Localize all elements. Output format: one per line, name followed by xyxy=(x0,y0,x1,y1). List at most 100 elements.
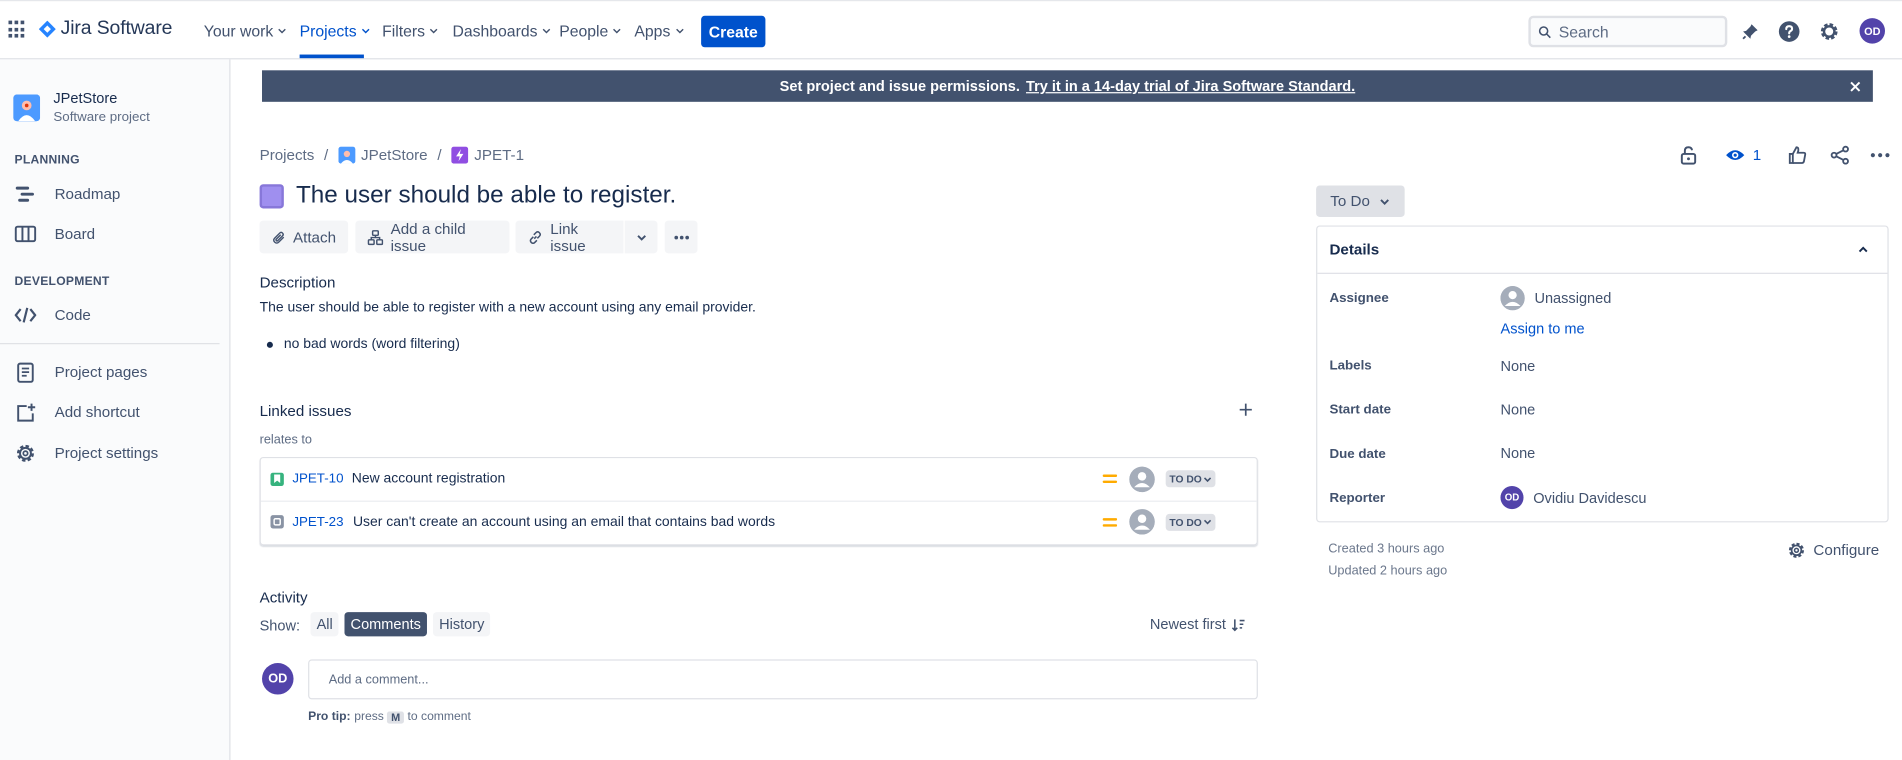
linked-issue-summary: New account registration xyxy=(351,471,506,487)
banner-text: Set project and issue permissions. xyxy=(779,77,1020,95)
sidebar-item-project-pages[interactable]: Project pages xyxy=(13,360,147,384)
nav-projects[interactable]: Projects xyxy=(300,22,372,40)
details-header[interactable]: Details xyxy=(1317,227,1888,274)
linked-issue-row[interactable]: JPET-23 User can't create an account usi… xyxy=(260,500,1257,542)
nav-people[interactable]: People xyxy=(559,22,623,40)
help-icon[interactable] xyxy=(1777,19,1801,43)
linked-issue-row[interactable]: JPET-10 New account registration TO DO xyxy=(261,458,1257,499)
paperclip-icon xyxy=(273,231,285,244)
priority-medium-icon xyxy=(1102,517,1118,527)
activity-tab-comments[interactable]: Comments xyxy=(344,612,427,637)
brand-name: Jira Software xyxy=(60,18,173,39)
create-button[interactable]: Create xyxy=(701,15,766,48)
nav-apps[interactable]: Apps xyxy=(634,22,685,40)
task-icon xyxy=(270,515,284,529)
add-child-label: Add a child issue xyxy=(390,219,466,254)
reporter-label: Reporter xyxy=(1329,490,1386,506)
unassigned-avatar-icon xyxy=(1129,466,1155,492)
configure-button[interactable]: Configure xyxy=(1787,541,1879,560)
sidebar-item-project-settings[interactable]: Project settings xyxy=(13,441,158,465)
user-avatar[interactable]: OD xyxy=(1859,18,1886,44)
description-heading: Description xyxy=(259,273,336,291)
breadcrumb-issue-label: JPET-1 xyxy=(474,146,525,164)
assignee-value[interactable]: Unassigned xyxy=(1500,286,1612,311)
start-date-value[interactable]: None xyxy=(1500,401,1535,418)
status-lozenge[interactable]: TO DO xyxy=(1165,513,1216,531)
breadcrumb-projects[interactable]: Projects xyxy=(260,147,315,164)
add-linked-issue-icon[interactable] xyxy=(1235,399,1257,421)
reporter-value[interactable]: OD Ovidiu Davidescu xyxy=(1500,486,1646,510)
sidebar-item-board[interactable]: Board xyxy=(13,222,95,246)
vote-thumbs-up-icon[interactable] xyxy=(1785,143,1809,167)
more-actions-icon[interactable] xyxy=(1867,143,1894,167)
status-lozenge[interactable]: TO DO xyxy=(1165,470,1216,488)
banner-trial-link[interactable]: Try it in a 14-day trial of Jira Softwar… xyxy=(1026,78,1355,95)
add-child-issue-button[interactable]: Add a child issue xyxy=(355,219,510,254)
add-comment-input[interactable]: Add a comment... xyxy=(308,659,1258,700)
gear-icon xyxy=(1788,542,1805,558)
sidebar-item-label: Add shortcut xyxy=(54,403,140,421)
linked-issues-list: JPET-10 New account registration TO DO J… xyxy=(259,456,1258,546)
sidebar-item-roadmap[interactable]: Roadmap xyxy=(13,182,120,206)
sort-order-button[interactable]: Newest first xyxy=(1150,616,1245,633)
linked-issue-key[interactable]: JPET-23 xyxy=(292,515,343,530)
chevron-down-icon xyxy=(1380,198,1390,205)
nav-label: Your work xyxy=(203,21,274,40)
page-icon xyxy=(13,360,37,384)
chevron-down-icon xyxy=(361,28,370,34)
labels-label: Labels xyxy=(1329,358,1372,374)
activity-tab-all[interactable]: All xyxy=(310,612,339,637)
breadcrumb: Projects / JPetStore / JPET-1 xyxy=(260,146,525,164)
roadmap-icon xyxy=(13,182,37,206)
search-input[interactable] xyxy=(1558,22,1705,41)
pro-tip-press: press xyxy=(354,710,384,724)
activity-tab-history[interactable]: History xyxy=(433,612,491,637)
notifications-icon[interactable] xyxy=(1738,19,1762,43)
description-text[interactable]: The user should be able to register with… xyxy=(260,301,756,316)
jira-logo[interactable]: Jira Software xyxy=(38,18,173,40)
more-icon xyxy=(673,235,689,239)
share-icon[interactable] xyxy=(1828,143,1852,167)
planning-header: PLANNING xyxy=(14,153,80,168)
chevron-down-icon xyxy=(613,28,622,34)
app-switcher-icon[interactable] xyxy=(8,20,26,39)
status-label: TO DO xyxy=(1169,472,1202,485)
breadcrumb-project[interactable]: JPetStore xyxy=(337,146,428,164)
sidebar-item-label: Roadmap xyxy=(54,185,121,203)
nav-dashboards[interactable]: Dashboards xyxy=(452,22,552,40)
link-issue-button[interactable]: Link issue xyxy=(515,220,624,254)
link-issue-dropdown[interactable] xyxy=(624,220,658,254)
breadcrumb-project-label: JPetStore xyxy=(361,146,428,164)
issue-title[interactable]: The user should be able to register. xyxy=(296,182,676,210)
settings-gear-icon[interactable] xyxy=(1817,19,1841,43)
issue-type-icon[interactable] xyxy=(259,184,284,209)
assignee-name: Unassigned xyxy=(1534,289,1612,307)
close-icon[interactable] xyxy=(1846,78,1863,95)
project-avatar-icon xyxy=(337,146,355,164)
attach-button[interactable]: Attach xyxy=(259,220,349,254)
assign-to-me-link[interactable]: Assign to me xyxy=(1500,320,1584,337)
breadcrumb-issue[interactable]: JPET-1 xyxy=(451,146,525,164)
due-date-value[interactable]: None xyxy=(1500,445,1535,462)
unassigned-avatar-icon xyxy=(1500,286,1525,311)
created-timestamp: Created 3 hours ago xyxy=(1328,541,1445,557)
jira-issue-view: Jira Software Your work Projects Filters… xyxy=(0,0,1902,760)
more-toolbar-button[interactable] xyxy=(664,220,698,254)
sidebar-item-code[interactable]: Code xyxy=(13,303,91,327)
watch-button[interactable]: 1 xyxy=(1725,143,1761,167)
search-field[interactable] xyxy=(1528,15,1728,48)
sidebar-item-add-shortcut[interactable]: Add shortcut xyxy=(13,400,140,424)
due-date-label: Due date xyxy=(1329,447,1386,462)
labels-value[interactable]: None xyxy=(1500,358,1535,375)
nav-filters[interactable]: Filters xyxy=(382,22,439,40)
project-header[interactable]: JPetStore Software project xyxy=(13,90,150,125)
updated-timestamp: Updated 2 hours ago xyxy=(1328,563,1448,579)
status-dropdown[interactable]: To Do xyxy=(1316,185,1405,217)
link-icon xyxy=(529,230,542,244)
unlock-icon[interactable] xyxy=(1676,143,1700,167)
linked-issue-key[interactable]: JPET-10 xyxy=(292,472,343,487)
issue-actions: 1 xyxy=(1676,143,1893,167)
nav-label: Dashboards xyxy=(452,21,538,40)
eye-icon xyxy=(1726,150,1745,160)
nav-your-work[interactable]: Your work xyxy=(204,22,288,40)
